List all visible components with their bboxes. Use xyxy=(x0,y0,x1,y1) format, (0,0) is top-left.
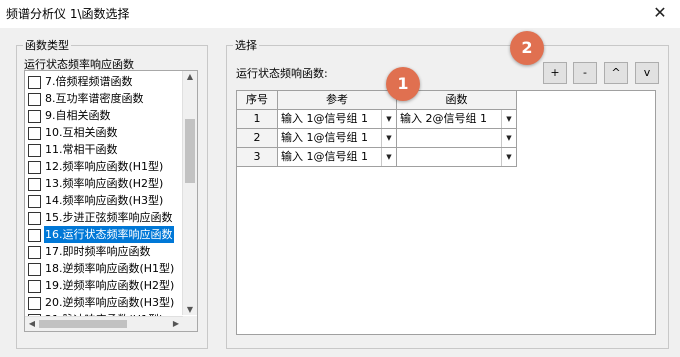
item-label: 19.逆频率响应函数(H2型) xyxy=(45,279,175,292)
move-down-button[interactable]: v xyxy=(635,62,659,84)
item-checkbox[interactable] xyxy=(28,195,41,208)
item-checkbox[interactable] xyxy=(28,280,41,293)
item-label: 12.频率响应函数(H1型) xyxy=(45,160,164,173)
item-checkbox[interactable] xyxy=(28,246,41,259)
add-button[interactable]: + xyxy=(543,62,567,84)
function-combo[interactable]: 输入 2@信号组 1 ▼ xyxy=(397,110,517,129)
header-reference: 参考 xyxy=(278,91,397,110)
row-index: 3 xyxy=(237,148,278,167)
item-checkbox[interactable] xyxy=(28,93,41,106)
title-bar: 频谱分析仪 1\函数选择 ✕ xyxy=(0,0,680,28)
reference-combo[interactable]: 输入 1@信号组 1 ▼ xyxy=(278,129,397,148)
scroll-left-icon[interactable]: ◀ xyxy=(25,319,39,328)
item-label: 11.常相干函数 xyxy=(45,143,118,156)
scroll-corner xyxy=(183,316,197,331)
list-item[interactable]: 20.逆频率响应函数(H3型) xyxy=(27,294,179,311)
reference-value: 输入 1@信号组 1 xyxy=(281,150,368,163)
item-label: 10.互相关函数 xyxy=(45,126,118,139)
scroll-up-icon[interactable]: ▲ xyxy=(183,72,197,81)
reference-value: 输入 1@信号组 1 xyxy=(281,112,368,125)
item-label: 14.频率响应函数(H3型) xyxy=(45,194,164,207)
close-icon[interactable]: ✕ xyxy=(650,3,670,23)
item-checkbox[interactable] xyxy=(28,263,41,276)
function-type-group-label: 函数类型 xyxy=(23,37,71,53)
item-label-selected: 16.运行状态频率响应函数 xyxy=(44,226,174,243)
item-checkbox[interactable] xyxy=(28,297,41,310)
function-combo[interactable]: ▼ xyxy=(397,148,517,167)
horizontal-scrollbar[interactable]: ◀ ▶ xyxy=(25,316,183,331)
dropdown-arrow-icon[interactable]: ▼ xyxy=(381,110,396,128)
list-item[interactable]: 14.频率响应函数(H3型) xyxy=(27,192,179,209)
dropdown-arrow-icon[interactable]: ▼ xyxy=(501,110,516,128)
vertical-scrollbar[interactable]: ▲ ▼ xyxy=(182,71,197,315)
list-item[interactable]: 8.互功率谱密度函数 xyxy=(27,90,179,107)
list-item[interactable]: 18.逆频率响应函数(H1型) xyxy=(27,260,179,277)
vertical-scroll-thumb[interactable] xyxy=(185,119,195,183)
list-item[interactable]: 7.倍频程频谱函数 xyxy=(27,73,179,90)
item-label: 17.即时频率响应函数 xyxy=(45,245,151,258)
dropdown-arrow-icon[interactable]: ▼ xyxy=(381,129,396,147)
list-item[interactable]: 11.常相干函数 xyxy=(27,141,179,158)
window-title: 频谱分析仪 1\函数选择 xyxy=(6,7,130,21)
item-checkbox[interactable] xyxy=(28,229,41,242)
item-checkbox[interactable] xyxy=(28,144,41,157)
list-item[interactable]: 19.逆频率响应函数(H2型) xyxy=(27,277,179,294)
item-label: 9.自相关函数 xyxy=(45,109,111,122)
row-index: 1 xyxy=(237,110,278,129)
item-checkbox[interactable] xyxy=(28,161,41,174)
item-label: 18.逆频率响应函数(H1型) xyxy=(45,262,175,275)
dropdown-arrow-icon[interactable]: ▼ xyxy=(501,129,516,147)
item-label: 8.互功率谱密度函数 xyxy=(45,92,144,105)
list-item[interactable]: 15.步进正弦频率响应函数 xyxy=(27,209,179,226)
item-checkbox[interactable] xyxy=(28,76,41,89)
selection-table: 序号 参考 函数 1 输入 1@信号组 1 ▼ 输入 2@信号组 1 ▼ 2 输… xyxy=(236,90,656,335)
list-item[interactable]: 13.频率响应函数(H2型) xyxy=(27,175,179,192)
dropdown-arrow-icon[interactable]: ▼ xyxy=(381,148,396,166)
item-checkbox[interactable] xyxy=(28,110,41,123)
reference-combo[interactable]: 输入 1@信号组 1 ▼ xyxy=(278,148,397,167)
move-up-button[interactable]: ^ xyxy=(604,62,628,84)
item-checkbox[interactable] xyxy=(28,127,41,140)
item-label: 15.步进正弦频率响应函数 xyxy=(45,211,173,224)
remove-button[interactable]: - xyxy=(573,62,597,84)
item-label: 13.频率响应函数(H2型) xyxy=(45,177,164,190)
list-item[interactable]: 10.互相关函数 xyxy=(27,124,179,141)
function-value: 输入 2@信号组 1 xyxy=(400,112,487,125)
item-checkbox[interactable] xyxy=(28,178,41,191)
scroll-down-icon[interactable]: ▼ xyxy=(183,305,197,314)
list-item[interactable]: 17.即时频率响应函数 xyxy=(27,243,179,260)
selection-group-label: 选择 xyxy=(233,37,259,53)
item-label: 20.逆频率响应函数(H3型) xyxy=(45,296,175,309)
header-index: 序号 xyxy=(237,91,278,110)
callout-badge-2: 2 xyxy=(510,31,544,65)
list-item[interactable]: 16.运行状态频率响应函数 xyxy=(27,226,179,243)
running-frf-label: 运行状态频响函数: xyxy=(236,67,328,80)
callout-badge-1: 1 xyxy=(386,67,420,101)
list-item[interactable]: 12.频率响应函数(H1型) xyxy=(27,158,179,175)
list-item[interactable]: 9.自相关函数 xyxy=(27,107,179,124)
scroll-right-icon[interactable]: ▶ xyxy=(169,319,183,328)
dropdown-arrow-icon[interactable]: ▼ xyxy=(501,148,516,166)
item-checkbox[interactable] xyxy=(28,212,41,225)
item-label: 7.倍频程频谱函数 xyxy=(45,75,133,88)
reference-value: 输入 1@信号组 1 xyxy=(281,131,368,144)
function-listbox[interactable]: 7.倍频程频谱函数 8.互功率谱密度函数 9.自相关函数 10.互相关函数 11… xyxy=(24,70,198,332)
horizontal-scroll-thumb[interactable] xyxy=(39,320,127,328)
reference-combo[interactable]: 输入 1@信号组 1 ▼ xyxy=(278,110,397,129)
row-index: 2 xyxy=(237,129,278,148)
function-combo[interactable]: ▼ xyxy=(397,129,517,148)
